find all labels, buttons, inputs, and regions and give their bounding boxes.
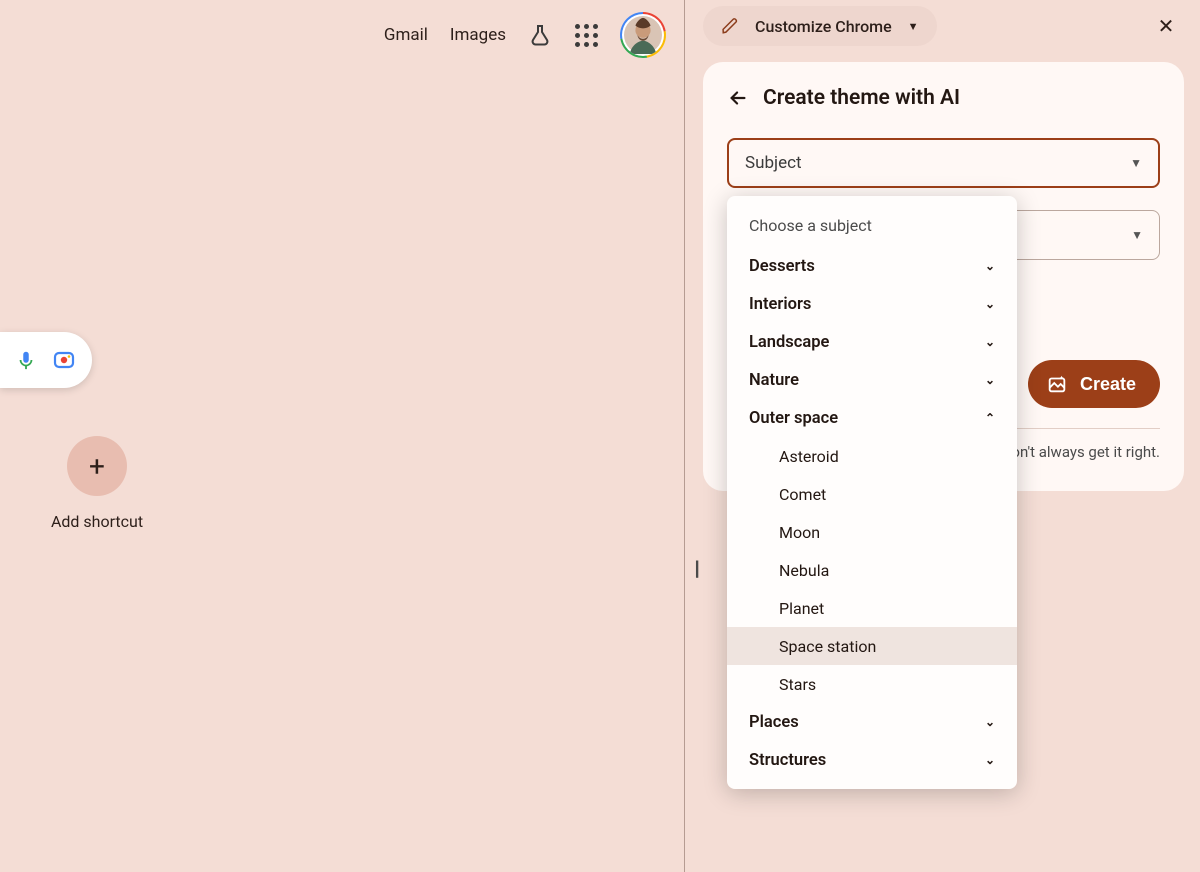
create-button-label: Create — [1080, 374, 1136, 395]
subject-option-planet[interactable]: Planet — [727, 589, 1017, 627]
profile-avatar[interactable] — [620, 12, 666, 58]
subject-option-comet[interactable]: Comet — [727, 475, 1017, 513]
panel-header: Customize Chrome ▼ ✕ — [703, 0, 1184, 52]
subject-dropdown: Choose a subject Desserts⌄ Interiors⌄ La… — [727, 196, 1017, 789]
ntp-main-area: Gmail Images + Add shortcut || — [0, 0, 684, 872]
card-title: Create theme with AI — [763, 86, 960, 110]
customize-chrome-chip[interactable]: Customize Chrome ▼ — [703, 6, 937, 46]
side-panel: Customize Chrome ▼ ✕ Create theme with A… — [685, 0, 1200, 872]
pencil-icon — [721, 17, 739, 35]
create-theme-card: Create theme with AI Subject ▼ Style ▼ C… — [703, 62, 1184, 491]
add-shortcut[interactable]: + Add shortcut — [32, 436, 162, 531]
category-structures[interactable]: Structures⌄ — [727, 741, 1017, 779]
chevron-down-icon: ⌄ — [985, 335, 995, 349]
plus-icon: + — [67, 436, 127, 496]
category-outer-space[interactable]: Outer space⌃ — [727, 399, 1017, 437]
chevron-down-icon: ⌄ — [985, 297, 995, 311]
subject-field-label: Subject — [745, 153, 802, 173]
back-arrow-icon[interactable] — [727, 87, 749, 109]
chevron-up-icon: ⌃ — [985, 411, 995, 425]
add-shortcut-label: Add shortcut — [51, 512, 143, 531]
category-desserts[interactable]: Desserts⌄ — [727, 247, 1017, 285]
caret-down-icon: ▼ — [1130, 156, 1142, 170]
sparkle-image-icon — [1046, 373, 1068, 395]
chevron-down-icon: ⌄ — [985, 715, 995, 729]
chevron-down-icon: ⌄ — [985, 753, 995, 767]
images-link[interactable]: Images — [450, 25, 506, 45]
lens-icon[interactable] — [52, 348, 76, 372]
category-interiors[interactable]: Interiors⌄ — [727, 285, 1017, 323]
subject-option-asteroid[interactable]: Asteroid — [727, 437, 1017, 475]
chevron-down-icon: ⌄ — [985, 373, 995, 387]
search-pill[interactable] — [0, 332, 92, 388]
category-places[interactable]: Places⌄ — [727, 703, 1017, 741]
create-button[interactable]: Create — [1028, 360, 1160, 408]
subject-option-moon[interactable]: Moon — [727, 513, 1017, 551]
category-nature[interactable]: Nature⌄ — [727, 361, 1017, 399]
chevron-down-icon: ▼ — [908, 20, 919, 33]
top-nav: Gmail Images — [384, 12, 666, 58]
chevron-down-icon: ⌄ — [985, 259, 995, 273]
subject-option-nebula[interactable]: Nebula — [727, 551, 1017, 589]
labs-icon[interactable] — [528, 23, 552, 47]
apps-icon[interactable] — [574, 23, 598, 47]
subject-option-stars[interactable]: Stars — [727, 665, 1017, 703]
gmail-link[interactable]: Gmail — [384, 25, 428, 45]
voice-search-icon[interactable] — [14, 348, 38, 372]
panel-header-label: Customize Chrome — [755, 17, 892, 36]
subject-option-space-station[interactable]: Space station — [727, 627, 1017, 665]
category-landscape[interactable]: Landscape⌄ — [727, 323, 1017, 361]
close-panel-button[interactable]: ✕ — [1148, 8, 1184, 44]
subject-field[interactable]: Subject ▼ — [727, 138, 1160, 188]
dropdown-hint: Choose a subject — [727, 212, 1017, 247]
caret-down-icon: ▼ — [1131, 228, 1143, 242]
